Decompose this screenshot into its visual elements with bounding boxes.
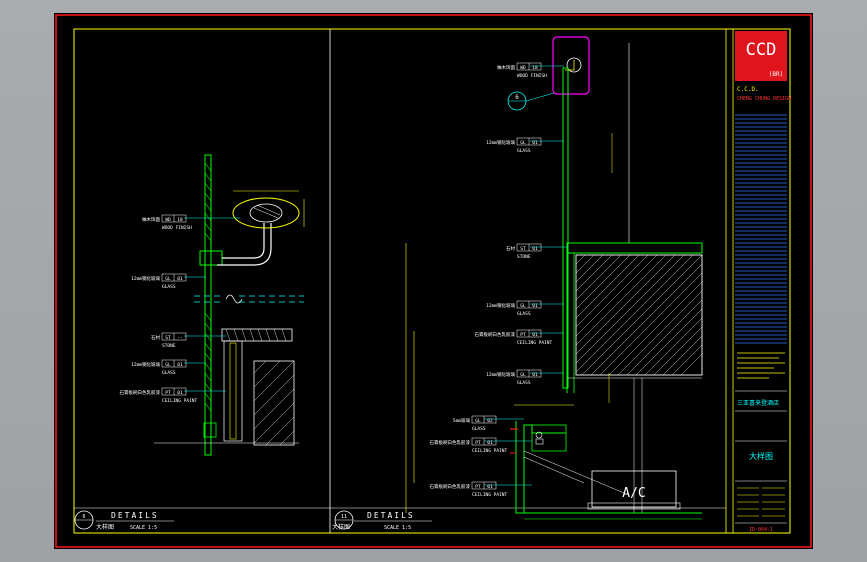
- right-details-title: DETAILS: [367, 511, 415, 520]
- left-callout-2: 石材 ST --STONE: [151, 332, 187, 349]
- firm-line-1: C.C.D.: [737, 86, 759, 93]
- right-callout-7: 石膏板刷白色乳胶漆 PT 01 CEILING PAINT: [430, 437, 508, 454]
- right-code-3: GL: [520, 303, 526, 309]
- right-num-4: 01: [532, 332, 538, 338]
- right-code-4: PT: [520, 332, 526, 338]
- right-callout-2: 石材 ST 01STONE: [506, 243, 542, 260]
- left-num-0: 18: [177, 217, 183, 223]
- right-scale: SCALE 1:5: [384, 525, 411, 531]
- left-desc-1: GLASS: [162, 284, 176, 290]
- right-desc-2: STONE: [517, 254, 531, 260]
- left-desc-0: WOOD FINISH: [162, 225, 192, 231]
- right-desc-1: GLASS: [517, 148, 531, 154]
- right-code-8: PT: [475, 484, 481, 490]
- right-callout-4: 石膏板刷白色乳胶漆 PT 01 CEILING PAINT: [475, 329, 553, 346]
- left-callout-0: 柚木饰面 WD 18 WOOD FINISH: [142, 214, 192, 231]
- left-desc-4: CEILING PAINT: [162, 398, 198, 404]
- left-callout-3: 12mm钢化玻璃 GL 01GLASS: [131, 359, 187, 376]
- right-num-8: 01: [487, 484, 493, 490]
- left-subtitle: 大样图: [96, 523, 114, 531]
- title-block: [735, 31, 787, 524]
- left-callout-text-0: 柚木饰面: [142, 216, 160, 223]
- right-callout-text-6: 5mm玻璃: [453, 417, 471, 424]
- right-desc-6: GLASS: [472, 426, 486, 432]
- right-leaders: [484, 65, 568, 486]
- left-num-1: 01: [177, 276, 183, 282]
- right-desc-8: CEILING PAINT: [472, 492, 508, 498]
- right-subtitle: 大样图: [332, 523, 350, 531]
- right-code-5: GL: [520, 372, 526, 378]
- right-desc-7: CEILING PAINT: [472, 448, 508, 454]
- right-code-1: GL: [520, 140, 526, 146]
- left-callout-4: 石膏板刷白色乳胶漆 PT 01 CEILING PAINT: [120, 387, 198, 404]
- left-leaders: [184, 217, 240, 392]
- right-callout-text-4: 石膏板刷白色乳胶漆: [475, 331, 516, 338]
- right-desc-0: WOOD FINISH: [517, 73, 547, 79]
- left-scale: SCALE 1:5: [130, 525, 157, 531]
- left-desc-3: GLASS: [162, 370, 176, 376]
- right-num-3: 01: [532, 303, 538, 309]
- right-num-7: 01: [487, 440, 493, 446]
- right-callout-text-0: 柚木饰面: [497, 64, 515, 71]
- drawing-title: 大样图: [749, 451, 773, 461]
- logo-subtext: (BR): [769, 71, 783, 78]
- right-callout-1: 12mm钢化玻璃 GL 01GLASS: [486, 137, 542, 154]
- left-callout-text-4: 石膏板刷白色乳胶漆: [120, 389, 161, 396]
- cad-viewport[interactable]: CCD (BR) C.C.D. CHENG CHUNG DESIGN 三亚喜来登…: [0, 0, 867, 562]
- left-callout-text-1: 12mm钢化玻璃: [131, 275, 160, 282]
- right-num-1: 01: [532, 140, 538, 146]
- right-code-7: PT: [475, 440, 481, 446]
- right-callout-text-5: 12mm钢化玻璃: [486, 371, 515, 378]
- left-desc-2: STONE: [162, 343, 176, 349]
- left-callout-1: 12mm钢化玻璃 GL 01GLASS: [131, 273, 187, 290]
- project-name: 三亚喜来登酒店: [737, 399, 779, 407]
- left-code-1: GL: [165, 276, 171, 282]
- firm-line-2: CHENG CHUNG DESIGN: [737, 96, 791, 102]
- right-desc-3: GLASS: [517, 311, 531, 317]
- left-callout-text-2: 石材: [151, 334, 160, 341]
- left-code-4: PT: [165, 390, 171, 396]
- logo-text: CCD: [746, 40, 777, 60]
- right-num-6: 02: [487, 418, 493, 424]
- right-code-2: ST: [520, 246, 526, 252]
- left-code-2: ST: [165, 335, 171, 341]
- right-num-5: 01: [532, 372, 538, 378]
- left-details-title: DETAILS: [111, 511, 159, 520]
- right-code-6: GL: [475, 418, 481, 424]
- right-detail-number: 11: [341, 514, 347, 520]
- left-code-0: WD: [165, 217, 171, 223]
- right-callout-text-1: 12mm钢化玻璃: [486, 139, 515, 146]
- left-num-3: 01: [177, 362, 183, 368]
- right-callout-8: 石膏板刷白色乳胶漆 PT 01 CEILING PAINT: [430, 481, 508, 498]
- left-code-3: GL: [165, 362, 171, 368]
- right-callout-5: 12mm钢化玻璃 GL 01GLASS: [486, 369, 542, 386]
- ac-label: A/C: [622, 486, 645, 501]
- right-desc-4: CEILING PAINT: [517, 340, 553, 346]
- right-callout-6: 5mm玻璃 GL 02GLASS: [453, 415, 497, 432]
- cad-drawing: CCD (BR) C.C.D. CHENG CHUNG DESIGN 三亚喜来登…: [55, 14, 812, 548]
- right-num-2: 01: [532, 246, 538, 252]
- right-callout-text-3: 12mm钢化玻璃: [486, 302, 515, 309]
- drawing-number: ID-004-1: [749, 527, 773, 533]
- left-num-4: 01: [177, 390, 183, 396]
- right-detail-drawing: [405, 36, 703, 520]
- right-desc-5: GLASS: [517, 380, 531, 386]
- right-callout-0: 柚木饰面 WD 18 WOOD FINISH: [497, 62, 547, 79]
- right-num-0: 18: [532, 65, 538, 71]
- right-callout-3: 12mm钢化玻璃 GL 01GLASS: [486, 300, 542, 317]
- left-callout-text-3: 12mm钢化玻璃: [131, 361, 160, 368]
- left-num-2: --: [177, 336, 182, 341]
- right-callout-text-7: 石膏板刷白色乳胶漆: [430, 439, 471, 446]
- left-detail-number: 6: [82, 514, 85, 520]
- section-marker-number: 6: [515, 94, 519, 101]
- right-callout-text-2: 石材: [506, 245, 515, 252]
- left-callouts: 柚木饰面 WD 18WOOD FINISH12mm钢化玻璃 GL 01GLASS石材 ST…: [120, 214, 198, 404]
- left-detail-drawing: [154, 154, 305, 456]
- right-code-0: WD: [520, 65, 526, 71]
- right-callout-text-8: 石膏板刷白色乳胶漆: [430, 483, 471, 490]
- drawing-sheet[interactable]: CCD (BR) C.C.D. CHENG CHUNG DESIGN 三亚喜来登…: [54, 13, 813, 549]
